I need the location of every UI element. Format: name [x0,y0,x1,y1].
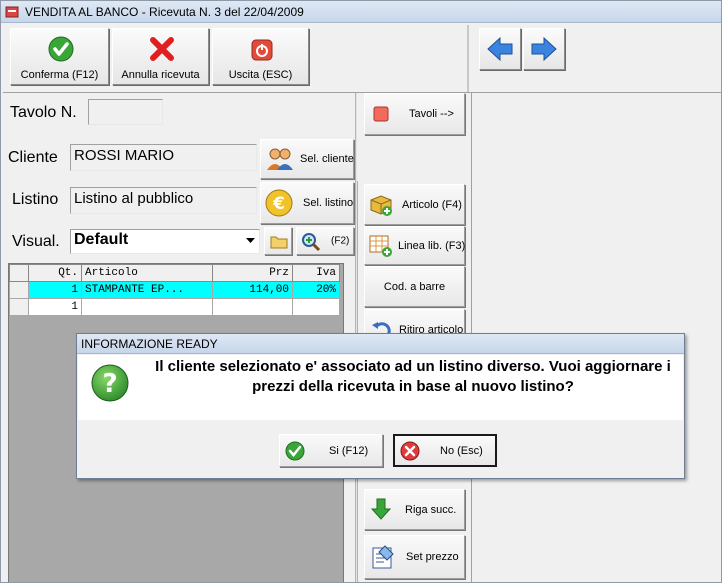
tavoli-button[interactable]: Tavoli --> [364,93,465,135]
yes-button[interactable]: Si (F12) [279,434,383,467]
visual-label: Visual. [12,233,60,250]
title-bar: VENDITA AL BANCO - Ricevuta N. 3 del 22/… [1,1,721,23]
articolo-label: Articolo (F4) [402,198,462,211]
select-price-list-button[interactable]: € Sel. listino [260,182,354,224]
row-indicator [9,298,29,316]
next-button[interactable] [523,28,565,70]
folder-icon [270,236,288,249]
price-tag-icon [372,545,394,569]
svg-text:?: ? [102,369,117,399]
next-row-button[interactable]: Riga succ. [364,489,465,530]
x-icon [150,37,174,61]
listino-label: Listino [12,191,59,208]
no-label: No (Esc) [440,444,483,457]
column-header-qt[interactable]: Qt. [28,264,82,282]
select-client-label: Sel. cliente [300,153,354,165]
search-button[interactable]: (F2) [296,227,354,255]
grid-add-icon [369,235,392,257]
app-icon [5,6,19,18]
dialog-body: ? Il cliente selezionato e' associato ad… [78,355,683,420]
tavolo-label: Tavolo N. [10,104,77,121]
next-row-label: Riga succ. [405,503,457,516]
power-icon [251,39,273,61]
check-icon [285,441,305,461]
yes-label: Si (F12) [329,444,369,457]
cliente-field[interactable]: ROSSI MARIO [70,144,257,171]
toolbar-divider [467,25,469,93]
box-add-icon [370,195,392,216]
row-indicator-header [9,264,29,282]
f2-label: (F2) [331,235,350,247]
cell-qt[interactable]: 1 [28,298,82,316]
cell-articolo[interactable]: STAMPANTE EP... [81,281,213,299]
select-client-button[interactable]: Sel. cliente [260,139,354,179]
confirm-button[interactable]: Conferma (F12) [10,28,109,85]
cell-iva[interactable]: 20% [292,281,340,299]
column-header-articolo[interactable]: Articolo [81,264,213,282]
exit-button[interactable]: Uscita (ESC) [212,28,309,85]
linea-lib-button[interactable]: Linea lib. (F3) [364,226,465,265]
barcode-button[interactable]: Cod. a barre [364,266,465,307]
arrow-down-icon [371,498,391,520]
info-dialog: INFORMAZIONE READY ? Il cliente selezion… [76,333,685,479]
listino-field[interactable]: Listino al pubblico [70,187,257,214]
tavolo-field[interactable] [88,99,163,125]
articolo-button[interactable]: Articolo (F4) [364,184,465,225]
svg-text:€: € [272,194,285,214]
question-icon: ? [91,364,129,402]
visual-select-value: Default [74,231,129,248]
select-price-list-label: Sel. listino [303,197,354,209]
folder-button[interactable] [264,227,292,255]
cell-iva[interactable] [292,298,340,316]
column-header-prz[interactable]: Prz [212,264,293,282]
cliente-label: Cliente [8,149,58,166]
row-indicator [9,281,29,299]
dialog-title: INFORMAZIONE READY [77,334,684,354]
column-header-iva[interactable]: Iva [292,264,340,282]
set-price-button[interactable]: Set prezzo [364,535,465,579]
magnifier-icon [302,233,321,252]
cancel-receipt-label: Annulla ricevuta [121,69,200,81]
no-button[interactable]: No (Esc) [393,434,497,467]
cell-prz[interactable]: 114,00 [212,281,293,299]
table-row[interactable]: 1 [9,298,340,316]
window-title: VENDITA AL BANCO - Ricevuta N. 3 del 22/… [25,5,304,19]
exit-label: Uscita (ESC) [228,69,293,81]
main-window: VENDITA AL BANCO - Ricevuta N. 3 del 22/… [0,0,722,583]
confirm-label: Conferma (F12) [20,69,99,81]
cell-prz[interactable] [212,298,293,316]
visual-select[interactable]: Default [70,229,260,254]
cancel-receipt-button[interactable]: Annulla ricevuta [112,28,209,85]
barcode-label: Cod. a barre [383,280,446,293]
set-price-label: Set prezzo [406,551,459,563]
items-table: Qt. Articolo Prz Iva 1 STAMPANTE EP... 1… [9,264,340,316]
tavoli-label: Tavoli --> [409,108,454,120]
euro-coin-icon: € [265,189,293,217]
table-row[interactable]: 1 STAMPANTE EP... 114,00 20% [9,281,340,299]
table-header-row: Qt. Articolo Prz Iva [9,264,340,282]
cancel-circle-icon [400,441,420,461]
table-square-icon [373,106,389,122]
arrow-left-icon [487,36,513,62]
arrow-right-icon [531,36,557,62]
cell-articolo[interactable] [81,298,213,316]
check-icon [48,36,74,62]
linea-lib-label: Linea lib. (F3) [398,239,466,252]
dialog-message: Il cliente selezionato e' associato ad u… [155,358,671,395]
cell-qt[interactable]: 1 [28,281,82,299]
users-icon [267,148,293,170]
prev-button[interactable] [479,28,521,70]
chevron-down-icon [246,238,255,243]
